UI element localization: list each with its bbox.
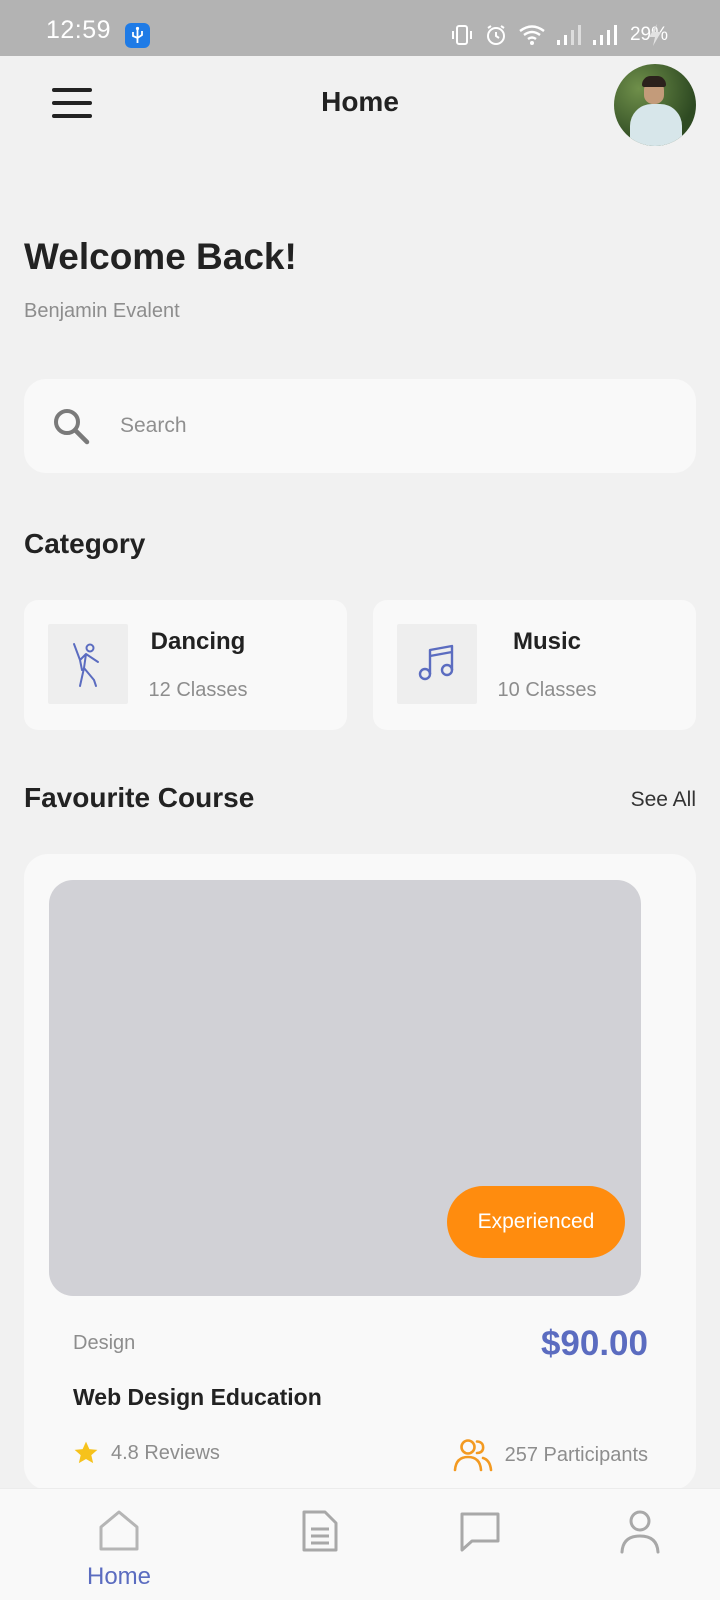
nav-home-label: Home: [86, 1563, 152, 1590]
participants-text: 257 Participants: [504, 1443, 648, 1466]
nav-messages[interactable]: [420, 1489, 540, 1600]
course-title: Web Design Education: [73, 1384, 322, 1410]
course-card[interactable]: Experienced Design $90.00 Web Design Edu…: [24, 854, 696, 1490]
category-card-dancing[interactable]: Dancing 12 Classes: [24, 600, 347, 730]
dancer-icon: [48, 624, 128, 704]
category-title: Category: [24, 528, 146, 559]
signal-icon: [556, 25, 581, 45]
category-card-music[interactable]: Music 10 Classes: [373, 600, 696, 730]
category-count: 10 Classes: [497, 679, 597, 701]
search-bar[interactable]: [24, 379, 696, 473]
charging-icon: [649, 24, 661, 46]
reviews-text: 4.8 Reviews: [111, 1441, 220, 1464]
alarm-icon: [486, 25, 505, 45]
wifi-icon: [519, 25, 545, 45]
usb-icon: [125, 23, 150, 48]
user-name: Benjamin Evalent: [24, 300, 180, 322]
bottom-navigation: Home: [0, 1488, 720, 1600]
status-time: 12:59: [46, 16, 112, 44]
search-icon: [54, 409, 90, 445]
course-rating: 4.8 Reviews: [73, 1440, 220, 1466]
favourite-course-title: Favourite Course: [24, 782, 255, 813]
vibrate-icon: [451, 25, 472, 45]
level-badge: Experienced: [447, 1186, 625, 1258]
page-title: Home: [321, 86, 399, 117]
profile-avatar[interactable]: [614, 64, 696, 146]
welcome-heading: Welcome Back!: [24, 236, 297, 277]
category-name: Dancing: [150, 628, 246, 655]
see-all-link[interactable]: See All: [631, 788, 696, 812]
category-count: 12 Classes: [148, 679, 248, 701]
status-bar: 12:59 29%: [0, 0, 720, 56]
category-name: Music: [512, 628, 581, 655]
nav-profile[interactable]: [580, 1489, 700, 1600]
nav-documents[interactable]: [260, 1489, 380, 1600]
signal-icon: [592, 25, 617, 45]
nav-home[interactable]: Home: [59, 1489, 179, 1600]
participants-icon: [453, 1439, 492, 1472]
chat-icon: [460, 1512, 500, 1552]
star-icon: [74, 1441, 98, 1464]
document-icon: [302, 1510, 338, 1552]
course-category: Design: [73, 1332, 136, 1354]
profile-icon: [620, 1510, 660, 1554]
course-price: $90.00: [540, 1324, 648, 1363]
course-image: Experienced: [49, 880, 641, 1296]
status-icons: 29%: [450, 20, 668, 50]
music-note-icon: [397, 624, 477, 704]
course-participants: 257 Participants: [453, 1438, 648, 1472]
home-icon: [99, 1510, 139, 1551]
search-input[interactable]: [120, 403, 660, 449]
